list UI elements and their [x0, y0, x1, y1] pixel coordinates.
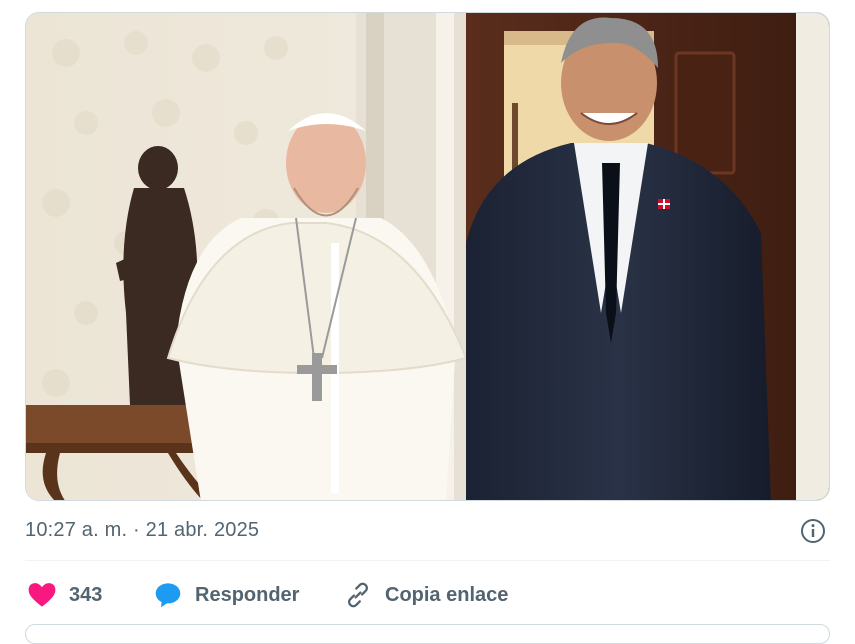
like-button[interactable]: 343 — [27, 578, 102, 612]
divider — [25, 560, 830, 561]
tweet-actions: 343 Responder Copia enlace — [25, 578, 830, 612]
tweet-card: 10:27 a. m. · 21 abr. 2025 343 Responder… — [0, 0, 855, 644]
info-icon[interactable] — [800, 518, 826, 544]
reply-label: Responder — [195, 583, 300, 606]
link-icon — [343, 580, 373, 610]
speech-bubble-icon — [153, 580, 183, 610]
tweet-meta: 10:27 a. m. · 21 abr. 2025 — [25, 518, 830, 544]
tweet-timestamp[interactable]: 10:27 a. m. · 21 abr. 2025 — [25, 519, 259, 542]
next-section-edge — [25, 624, 830, 644]
reply-button[interactable]: Responder — [153, 578, 299, 612]
photo-illustration — [26, 13, 829, 500]
like-count: 343 — [69, 583, 103, 606]
heart-icon — [27, 580, 57, 610]
copy-link-button[interactable]: Copia enlace — [343, 578, 508, 612]
copy-link-label: Copia enlace — [385, 583, 509, 606]
tweet-photo[interactable] — [25, 12, 830, 501]
